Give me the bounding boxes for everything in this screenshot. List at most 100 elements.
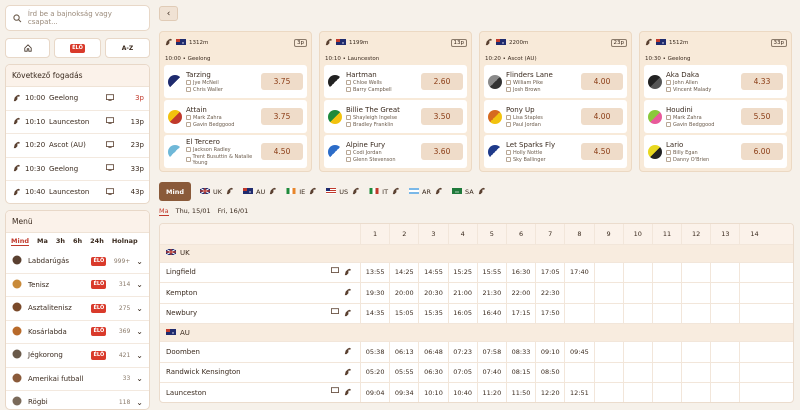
next-bet-row[interactable]: 10:40 Launceston 43p bbox=[6, 181, 149, 203]
next-bet-row[interactable]: 10:10 Launceston 13p bbox=[6, 111, 149, 134]
chevron-down-icon[interactable]: ⌄ bbox=[136, 280, 143, 289]
runner-row[interactable]: Flinders Lane William Pike Josh Brown 4.00 bbox=[484, 65, 627, 98]
race-card[interactable]: 2200m 23p 10:20 • Ascot (AU) Flinders Lane W… bbox=[479, 31, 632, 172]
runner-row[interactable]: Attain Mark Zahra Gavin Bedggood 3.75 bbox=[164, 100, 307, 133]
odds-button[interactable]: 3.75 bbox=[261, 108, 303, 125]
sport-item[interactable]: Jégkorong ÉLŐ 421 ⌄ bbox=[6, 344, 149, 368]
country-tab-ar[interactable]: AR bbox=[409, 186, 443, 197]
country-tab-us[interactable]: US bbox=[326, 186, 360, 197]
race-time-cell[interactable]: 15:25 bbox=[447, 262, 477, 282]
odds-button[interactable]: 3.60 bbox=[421, 143, 463, 160]
race-time-cell[interactable]: 15:35 bbox=[418, 303, 447, 323]
race-time-cell[interactable]: 17:50 bbox=[535, 303, 564, 323]
race-time-cell[interactable]: 08:15 bbox=[505, 362, 535, 382]
race-time-cell[interactable]: 19:30 bbox=[360, 283, 389, 303]
chevron-down-icon[interactable]: ⌄ bbox=[136, 351, 143, 360]
race-card[interactable]: 1312m 3p 10:00 • Geelong Tarzing Jye McNeil C… bbox=[159, 31, 312, 172]
chevron-down-icon[interactable]: ⌄ bbox=[136, 398, 143, 407]
race-time-cell[interactable]: 17:40 bbox=[564, 262, 593, 282]
country-tab-au[interactable]: AU bbox=[243, 186, 277, 197]
track-name[interactable]: Doomben bbox=[166, 348, 339, 356]
odds-button[interactable]: 4.00 bbox=[581, 108, 623, 125]
race-time-cell[interactable]: 09:10 bbox=[535, 342, 564, 362]
country-tab-ie[interactable]: IE bbox=[286, 186, 317, 197]
odds-button[interactable]: 5.50 bbox=[741, 108, 783, 125]
menu-tab[interactable]: 24h bbox=[90, 237, 104, 246]
track-name[interactable]: Lingfield bbox=[166, 268, 327, 276]
day-tab[interactable]: Fri, 16/01 bbox=[218, 207, 249, 216]
runner-row[interactable]: Alpine Fury Codi Jordan Glenn Stevenson 3.6… bbox=[324, 135, 467, 168]
menu-tab[interactable]: Holnap bbox=[112, 237, 138, 246]
runner-row[interactable]: Houdini Mark Zahra Gavin Bedggood 5.50 bbox=[644, 100, 787, 133]
day-tab[interactable]: Thu, 15/01 bbox=[176, 207, 211, 216]
odds-button[interactable]: 4.50 bbox=[261, 143, 303, 160]
chevron-down-icon[interactable]: ⌄ bbox=[136, 327, 143, 336]
sport-item[interactable]: Labdarúgás ÉLŐ 999+ ⌄ bbox=[6, 250, 149, 274]
odds-button[interactable]: 4.50 bbox=[581, 143, 623, 160]
odds-button[interactable]: 2.60 bbox=[421, 73, 463, 90]
menu-tab[interactable]: Mind bbox=[11, 237, 29, 246]
odds-button[interactable]: 4.00 bbox=[581, 73, 623, 90]
race-card[interactable]: 1199m 13p 10:10 • Launceston Hartman Chloe W… bbox=[319, 31, 472, 172]
race-time-cell[interactable]: 17:05 bbox=[535, 262, 564, 282]
chevron-down-icon[interactable]: ⌄ bbox=[136, 257, 143, 266]
race-time-cell[interactable]: 08:33 bbox=[505, 342, 535, 362]
home-button[interactable] bbox=[5, 38, 50, 58]
race-time-cell[interactable]: 14:55 bbox=[418, 262, 447, 282]
chevron-down-icon[interactable]: ⌄ bbox=[136, 304, 143, 313]
next-bet-row[interactable]: 10:00 Geelong 3p bbox=[6, 87, 149, 111]
country-tab-it[interactable]: IT bbox=[369, 186, 400, 197]
race-card[interactable]: 1512m 33p 10:30 • Geelong Aka Daka John Alle… bbox=[639, 31, 792, 172]
race-time-cell[interactable]: 22:00 bbox=[505, 283, 535, 303]
tv-icon[interactable] bbox=[331, 308, 339, 319]
race-time-cell[interactable]: 14:25 bbox=[389, 262, 418, 282]
race-time-cell[interactable]: 06:13 bbox=[389, 342, 418, 362]
odds-button[interactable]: 3.50 bbox=[421, 108, 463, 125]
race-time-cell[interactable]: 17:15 bbox=[505, 303, 535, 323]
race-time-cell[interactable]: 07:40 bbox=[476, 362, 506, 382]
track-name[interactable]: Randwick Kensington bbox=[166, 368, 339, 376]
race-time-cell[interactable]: 15:55 bbox=[476, 262, 506, 282]
menu-tab[interactable]: Ma bbox=[37, 237, 48, 246]
runner-row[interactable]: El Tercero Jackson Radley Trent Busuttin &… bbox=[164, 135, 307, 168]
race-time-cell[interactable]: 05:55 bbox=[389, 362, 418, 382]
sport-item[interactable]: Tenisz ÉLŐ 314 ⌄ bbox=[6, 274, 149, 297]
tv-icon[interactable] bbox=[331, 267, 339, 278]
menu-tab[interactable]: 6h bbox=[73, 237, 82, 246]
race-time-cell[interactable]: 13:55 bbox=[360, 262, 389, 282]
race-time-cell[interactable]: 21:00 bbox=[447, 283, 477, 303]
race-time-cell[interactable]: 08:50 bbox=[535, 362, 564, 382]
odds-button[interactable]: 4.33 bbox=[741, 73, 783, 90]
race-time-cell[interactable]: 09:45 bbox=[564, 342, 593, 362]
race-time-cell[interactable]: 16:30 bbox=[505, 262, 535, 282]
race-time-cell[interactable]: 16:05 bbox=[447, 303, 477, 323]
next-bet-row[interactable]: 10:30 Geelong 33p bbox=[6, 158, 149, 181]
menu-tab[interactable]: 3h bbox=[56, 237, 65, 246]
country-tab-uk[interactable]: UK bbox=[199, 186, 234, 197]
race-time-cell[interactable]: 22:30 bbox=[535, 283, 564, 303]
race-time-cell[interactable]: 05:38 bbox=[360, 342, 389, 362]
runner-row[interactable]: Tarzing Jye McNeil Chris Waller 3.75 bbox=[164, 65, 307, 98]
race-time-cell[interactable]: 21:30 bbox=[476, 283, 506, 303]
race-time-cell[interactable]: 20:30 bbox=[418, 283, 447, 303]
live-button[interactable]: ÉLŐ bbox=[54, 38, 101, 58]
search-input[interactable]: Írd be a bajnokság vagy csapat... bbox=[28, 10, 142, 26]
tv-icon[interactable] bbox=[331, 387, 339, 398]
sport-item[interactable]: Kosárlabda ÉLŐ 369 ⌄ bbox=[6, 321, 149, 344]
search-box[interactable]: Írd be a bajnokság vagy csapat... bbox=[5, 5, 150, 31]
runner-row[interactable]: Hartman Chloe Wells Barry Campbell 2.60 bbox=[324, 65, 467, 98]
race-time-cell[interactable]: 06:48 bbox=[418, 342, 447, 362]
runner-row[interactable]: Lario Billy Egan Danny O'Brien 6.00 bbox=[644, 135, 787, 168]
odds-button[interactable]: 3.75 bbox=[261, 73, 303, 90]
country-tab-mind[interactable]: Mind bbox=[159, 182, 191, 201]
race-time-cell[interactable]: 14:35 bbox=[360, 303, 389, 323]
runner-row[interactable]: Pony Up Lisa Staples Paul Jordan 4.00 bbox=[484, 100, 627, 133]
runner-row[interactable]: Aka Daka John Allen Vincent Malady 4.33 bbox=[644, 65, 787, 98]
country-tab-sa[interactable]: SA bbox=[452, 186, 486, 197]
runner-row[interactable]: Billie The Great Shayleigh Ingelse Bradley… bbox=[324, 100, 467, 133]
next-bet-row[interactable]: 10:20 Ascot (AU) 23p bbox=[6, 134, 149, 158]
track-name[interactable]: Launceston bbox=[166, 389, 327, 397]
sport-item[interactable]: Asztalitenisz ÉLŐ 275 ⌄ bbox=[6, 297, 149, 321]
race-time-cell[interactable]: 07:23 bbox=[447, 342, 477, 362]
race-time-cell[interactable]: 15:05 bbox=[389, 303, 418, 323]
